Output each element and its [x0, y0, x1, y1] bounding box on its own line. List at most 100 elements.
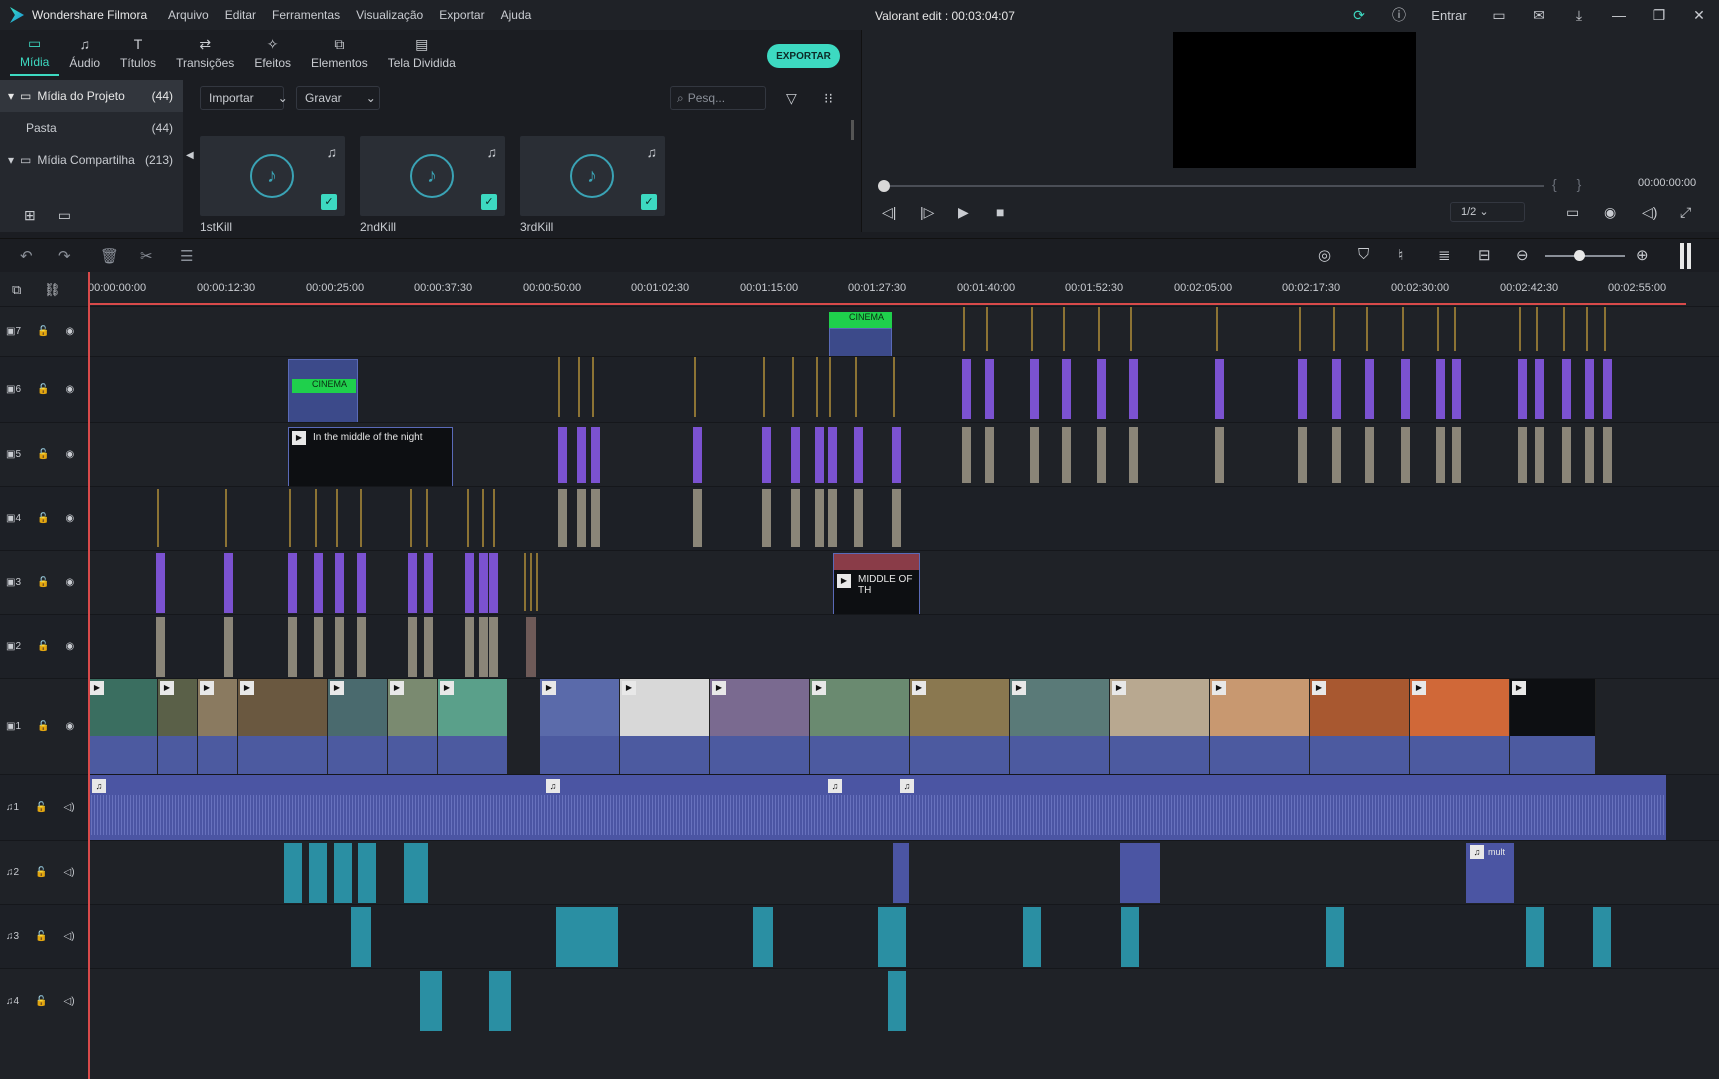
- clip[interactable]: [892, 427, 901, 483]
- video-clip[interactable]: ▶: [158, 679, 198, 774]
- media-scrollbar[interactable]: [851, 120, 854, 140]
- audio-clip[interactable]: [1326, 907, 1344, 967]
- audio-clip[interactable]: [1121, 907, 1139, 967]
- clip[interactable]: [335, 617, 344, 677]
- clip[interactable]: [357, 617, 366, 677]
- clip[interactable]: [791, 427, 800, 483]
- display-icon[interactable]: ▭: [1566, 204, 1579, 221]
- menu-visualizacao[interactable]: Visualização: [348, 8, 431, 22]
- marker-clip[interactable]: [1586, 307, 1588, 351]
- marker-clip[interactable]: [1216, 307, 1218, 351]
- snapshot-icon[interactable]: ◉: [1604, 204, 1616, 221]
- video-clip[interactable]: ▶: [620, 679, 710, 774]
- audio-clip[interactable]: [420, 971, 442, 1031]
- clip[interactable]: [815, 427, 824, 483]
- search-input[interactable]: ⌕ Pesq...: [670, 86, 766, 110]
- marker-clip[interactable]: [336, 489, 338, 547]
- clip[interactable]: [558, 427, 567, 483]
- video-clip[interactable]: [829, 328, 892, 357]
- clip[interactable]: [762, 427, 771, 483]
- clip[interactable]: [854, 489, 863, 547]
- marker-clip[interactable]: [1098, 307, 1100, 351]
- audio-clip[interactable]: [489, 971, 511, 1031]
- media-item-3rdkill[interactable]: ♪ ♫ ✓: [520, 136, 665, 216]
- play-frame-icon[interactable]: |▷: [920, 204, 934, 221]
- menu-arquivo[interactable]: Arquivo: [160, 8, 217, 22]
- lock-icon[interactable]: 🔓: [37, 384, 49, 395]
- tab-effects[interactable]: ✧ Efeitos: [244, 30, 301, 76]
- link-icon[interactable]: ⛓: [44, 282, 61, 298]
- clip[interactable]: [962, 359, 971, 419]
- cut-icon[interactable]: ✂: [140, 247, 153, 265]
- menu-ajuda[interactable]: Ajuda: [493, 8, 540, 22]
- marker-clip[interactable]: [816, 357, 818, 417]
- restore-icon[interactable]: ❐: [1639, 7, 1679, 24]
- clip[interactable]: [1030, 427, 1039, 483]
- clip[interactable]: [1129, 359, 1138, 419]
- video-clip[interactable]: ▶: [810, 679, 910, 774]
- clip[interactable]: [1535, 359, 1544, 419]
- clip[interactable]: [408, 617, 417, 677]
- clip[interactable]: [985, 427, 994, 483]
- menu-ferramentas[interactable]: Ferramentas: [264, 8, 348, 22]
- export-button[interactable]: EXPORTAR: [767, 44, 840, 68]
- audio-clip[interactable]: [1120, 843, 1160, 903]
- clip[interactable]: [156, 553, 165, 613]
- title-clip[interactable]: CINEMA: [292, 379, 356, 393]
- marker-clip[interactable]: [986, 307, 988, 351]
- marker-clip[interactable]: [592, 357, 594, 417]
- lock-icon[interactable]: 🔓: [37, 449, 49, 460]
- clip[interactable]: [1585, 359, 1594, 419]
- audio-clip[interactable]: [334, 843, 352, 903]
- lock-icon[interactable]: 🔓: [37, 577, 49, 588]
- adjust-icon[interactable]: ☰: [180, 247, 193, 265]
- clip[interactable]: [762, 489, 771, 547]
- eye-icon[interactable]: ◉: [65, 721, 74, 732]
- stop-icon[interactable]: ■: [996, 204, 1004, 220]
- marker-clip[interactable]: [1130, 307, 1132, 351]
- marker-clip[interactable]: [289, 489, 291, 547]
- clip[interactable]: [1215, 427, 1224, 483]
- marker-clip[interactable]: [493, 489, 495, 547]
- clip[interactable]: [892, 489, 901, 547]
- clip[interactable]: [408, 553, 417, 613]
- clip[interactable]: [1436, 427, 1445, 483]
- marker-clip[interactable]: [536, 553, 538, 611]
- clip[interactable]: [1365, 427, 1374, 483]
- marker-clip[interactable]: [1031, 307, 1033, 351]
- marker-clip[interactable]: [763, 357, 765, 417]
- add-track-icon[interactable]: ⧉: [12, 282, 21, 298]
- undo-icon[interactable]: ↶: [20, 247, 33, 265]
- menu-exportar[interactable]: Exportar: [431, 8, 492, 22]
- clip[interactable]: [577, 489, 586, 547]
- clip[interactable]: [156, 617, 165, 677]
- media-item-1stkill[interactable]: ♪ ♫ ✓: [200, 136, 345, 216]
- record-dropdown[interactable]: Gravar ⌄: [296, 86, 380, 110]
- clip[interactable]: [1097, 427, 1106, 483]
- clip[interactable]: [465, 617, 474, 677]
- marker-clip[interactable]: [524, 553, 526, 611]
- clip[interactable]: [693, 489, 702, 547]
- import-dropdown[interactable]: Importar ⌄: [200, 86, 288, 110]
- marker-clip[interactable]: [1402, 307, 1404, 351]
- lock-icon[interactable]: 🔓: [37, 326, 49, 337]
- clip[interactable]: [1585, 427, 1594, 483]
- eye-icon[interactable]: ◉: [65, 513, 74, 524]
- marker-clip[interactable]: [829, 357, 831, 417]
- clip[interactable]: [1535, 427, 1544, 483]
- clip[interactable]: [424, 553, 433, 613]
- marker-clip[interactable]: [1563, 307, 1565, 351]
- preview-quality-select[interactable]: 1/2 ⌄: [1450, 202, 1525, 222]
- marker-clip[interactable]: [1519, 307, 1521, 351]
- minimize-icon[interactable]: —: [1599, 7, 1639, 23]
- clip[interactable]: [335, 553, 344, 613]
- marker-clip[interactable]: [1536, 307, 1538, 351]
- clip[interactable]: [489, 617, 498, 677]
- video-clip[interactable]: ▶: [88, 679, 158, 774]
- clip[interactable]: [1298, 427, 1307, 483]
- clip[interactable]: [288, 617, 297, 677]
- signin-button[interactable]: Entrar: [1419, 8, 1479, 23]
- video-clip[interactable]: ▶: [438, 679, 508, 774]
- info-icon[interactable]: ⓘ: [1379, 5, 1419, 25]
- audio-clip[interactable]: [358, 843, 376, 903]
